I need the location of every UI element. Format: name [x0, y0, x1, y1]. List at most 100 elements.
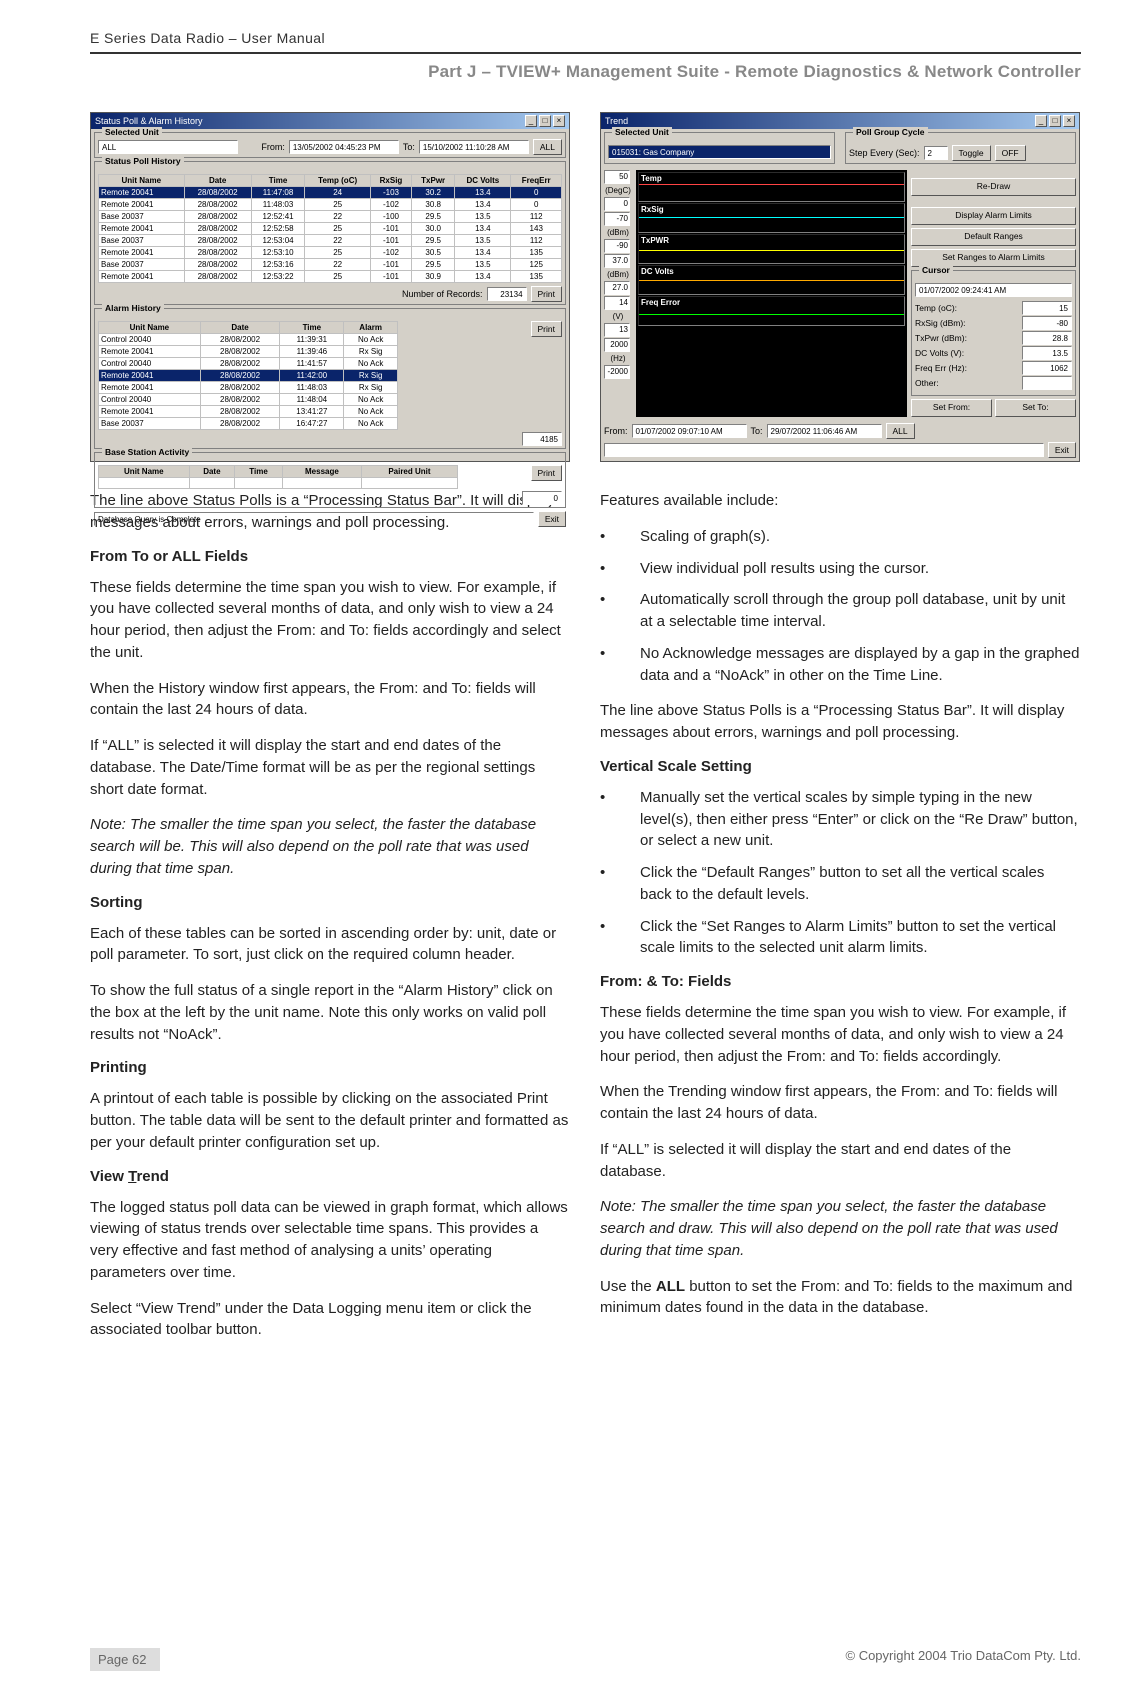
from-field[interactable]: 13/05/2002 04:45:23 PM — [289, 140, 399, 154]
cursor-value: 15 — [1022, 301, 1072, 315]
heading-vertical-scale: Vertical Scale Setting — [600, 758, 1080, 775]
heading-view-trend: View Trend — [90, 1168, 570, 1185]
from-field[interactable]: 01/07/2002 09:07:10 AM — [632, 424, 747, 438]
part-title: Part J – TVIEW+ Management Suite - Remot… — [90, 62, 1081, 82]
numrec-label: Number of Records: — [402, 289, 483, 299]
bsa-table[interactable]: Unit NameDateTimeMessagePaired Unit — [98, 465, 458, 489]
redraw-button[interactable]: Re-Draw — [911, 178, 1076, 196]
heading-from-to: From To or ALL Fields — [90, 548, 570, 565]
all-button[interactable]: ALL — [533, 139, 562, 155]
paragraph: A printout of each table is possible by … — [90, 1088, 570, 1153]
heading-from-to: From: & To: Fields — [600, 973, 1080, 990]
selected-unit-group: Selected Unit 015031: Gas Company — [604, 132, 835, 164]
trend-chart: RxSig — [638, 203, 905, 233]
page-number: Page 62 — [90, 1648, 160, 1671]
display-alarm-button[interactable]: Display Alarm Limits — [911, 207, 1076, 225]
list-item: •Scaling of graph(s). — [600, 526, 1080, 548]
status-poll-table[interactable]: Unit NameDateTimeTemp (oC)RxSigTxPwrDC V… — [98, 174, 562, 283]
list-item: •No Acknowledge messages are displayed b… — [600, 643, 1080, 687]
scale-bot-input[interactable]: 0 — [604, 197, 630, 211]
window-title: Status Poll & Alarm History — [95, 116, 203, 126]
cursor-reading: Other: — [915, 376, 1072, 390]
close-icon[interactable]: × — [1063, 115, 1075, 127]
from-label: From: — [261, 142, 285, 152]
unit-label: (dBm) — [604, 227, 632, 238]
pgc-legend: Poll Group Cycle — [853, 127, 928, 137]
toggle-button[interactable]: Toggle — [952, 145, 991, 161]
numrec-field: 23134 — [487, 287, 527, 301]
paragraph: Each of these tables can be sorted in as… — [90, 923, 570, 967]
heading-part: rend — [136, 1168, 169, 1185]
list-item: •Automatically scroll through the group … — [600, 589, 1080, 633]
unit-label: (DegC) — [604, 185, 632, 196]
status-poll-history-group: Status Poll History Unit NameDateTimeTem… — [94, 161, 566, 305]
paragraph: Use the ALL button to set the From: and … — [600, 1276, 1080, 1320]
paragraph: To show the full status of a single repo… — [90, 980, 570, 1045]
note-paragraph: Note: The smaller the time span you sele… — [600, 1196, 1080, 1261]
scale-bot-input[interactable]: -90 — [604, 239, 630, 253]
cursor-time: 01/07/2002 09:24:41 AM — [915, 283, 1072, 297]
selected-unit-field[interactable]: ALL — [98, 140, 238, 154]
unit-label: (Hz) — [604, 353, 632, 364]
to-label: To: — [751, 426, 763, 436]
paragraph: These fields determine the time span you… — [600, 1002, 1080, 1067]
close-icon[interactable]: × — [553, 115, 565, 127]
scale-top-input[interactable]: 2000 — [604, 338, 630, 352]
status-poll-window: Status Poll & Alarm History _ □ × Select… — [90, 112, 570, 462]
set-to-button[interactable]: Set To: — [995, 399, 1076, 417]
selected-unit-legend: Selected Unit — [612, 127, 672, 137]
poll-group-cycle: Poll Group Cycle Step Every (Sec): 2 Tog… — [845, 132, 1076, 164]
paragraph: Features available include: — [600, 490, 1080, 512]
scale-bot-input[interactable]: -2000 — [604, 365, 630, 379]
scale-bot-input[interactable]: 13 — [604, 323, 630, 337]
scale-bot-input[interactable]: 27.0 — [604, 281, 630, 295]
copyright: © Copyright 2004 Trio DataCom Pty. Ltd. — [846, 1648, 1082, 1671]
to-field[interactable]: 15/10/2002 11:10:28 AM — [419, 140, 529, 154]
status-bar — [604, 443, 1044, 457]
trend-chart: TxPWR — [638, 234, 905, 264]
to-field[interactable]: 29/07/2002 11:06:46 AM — [767, 424, 882, 438]
list-item: •Manually set the vertical scales by sim… — [600, 787, 1080, 852]
paragraph: If “ALL” is selected it will display the… — [600, 1139, 1080, 1183]
set-from-button[interactable]: Set From: — [911, 399, 992, 417]
off-button[interactable]: OFF — [995, 145, 1026, 161]
bsa-legend: Base Station Activity — [102, 447, 192, 457]
scale-top-input[interactable]: 50 — [604, 170, 630, 184]
paragraph: If “ALL” is selected it will display the… — [90, 735, 570, 800]
selected-unit-group: Selected Unit ALL From: 13/05/2002 04:45… — [94, 132, 566, 158]
base-station-activity-group: Base Station Activity Unit NameDateTimeM… — [94, 452, 566, 508]
doc-header: E Series Data Radio – User Manual — [90, 30, 1081, 46]
list-item: •Click the “Set Ranges to Alarm Limits” … — [600, 916, 1080, 960]
print-button[interactable]: Print — [531, 465, 562, 481]
print-button[interactable]: Print — [531, 321, 562, 337]
cursor-value: 1062 — [1022, 361, 1072, 375]
scale-top-input[interactable]: 37.0 — [604, 254, 630, 268]
header-rule — [90, 52, 1081, 54]
maximize-icon[interactable]: □ — [1049, 115, 1061, 127]
ah-count: 4185 — [522, 432, 562, 446]
left-body-text: The line above Status Polls is a “Proces… — [90, 490, 570, 1341]
list-item: •View individual poll results using the … — [600, 558, 1080, 580]
selected-unit-field[interactable]: 015031: Gas Company — [608, 145, 831, 159]
window-titlebar: Status Poll & Alarm History _ □ × — [91, 113, 569, 129]
step-label: Step Every (Sec): — [849, 148, 920, 158]
alarm-history-table[interactable]: Unit NameDateTimeAlarmControl 2004028/08… — [98, 321, 398, 430]
exit-button[interactable]: Exit — [1048, 442, 1076, 458]
default-ranges-button[interactable]: Default Ranges — [911, 228, 1076, 246]
exit-button[interactable]: Exit — [538, 511, 566, 527]
maximize-icon[interactable]: □ — [539, 115, 551, 127]
scale-top-input[interactable]: -70 — [604, 212, 630, 226]
heading-printing: Printing — [90, 1059, 570, 1076]
sph-legend: Status Poll History — [102, 156, 184, 166]
scale-top-input[interactable]: 14 — [604, 296, 630, 310]
from-label: From: — [604, 426, 628, 436]
trend-window: Trend _ □ × Selected Unit 015031: Gas Co… — [600, 112, 1080, 462]
all-button[interactable]: ALL — [886, 423, 915, 439]
bsa-count: 0 — [522, 491, 562, 505]
trend-chart: Freq Error — [638, 296, 905, 326]
print-button[interactable]: Print — [531, 286, 562, 302]
step-field[interactable]: 2 — [924, 146, 948, 160]
window-titlebar: Trend _ □ × — [601, 113, 1079, 129]
minimize-icon[interactable]: _ — [525, 115, 537, 127]
minimize-icon[interactable]: _ — [1035, 115, 1047, 127]
